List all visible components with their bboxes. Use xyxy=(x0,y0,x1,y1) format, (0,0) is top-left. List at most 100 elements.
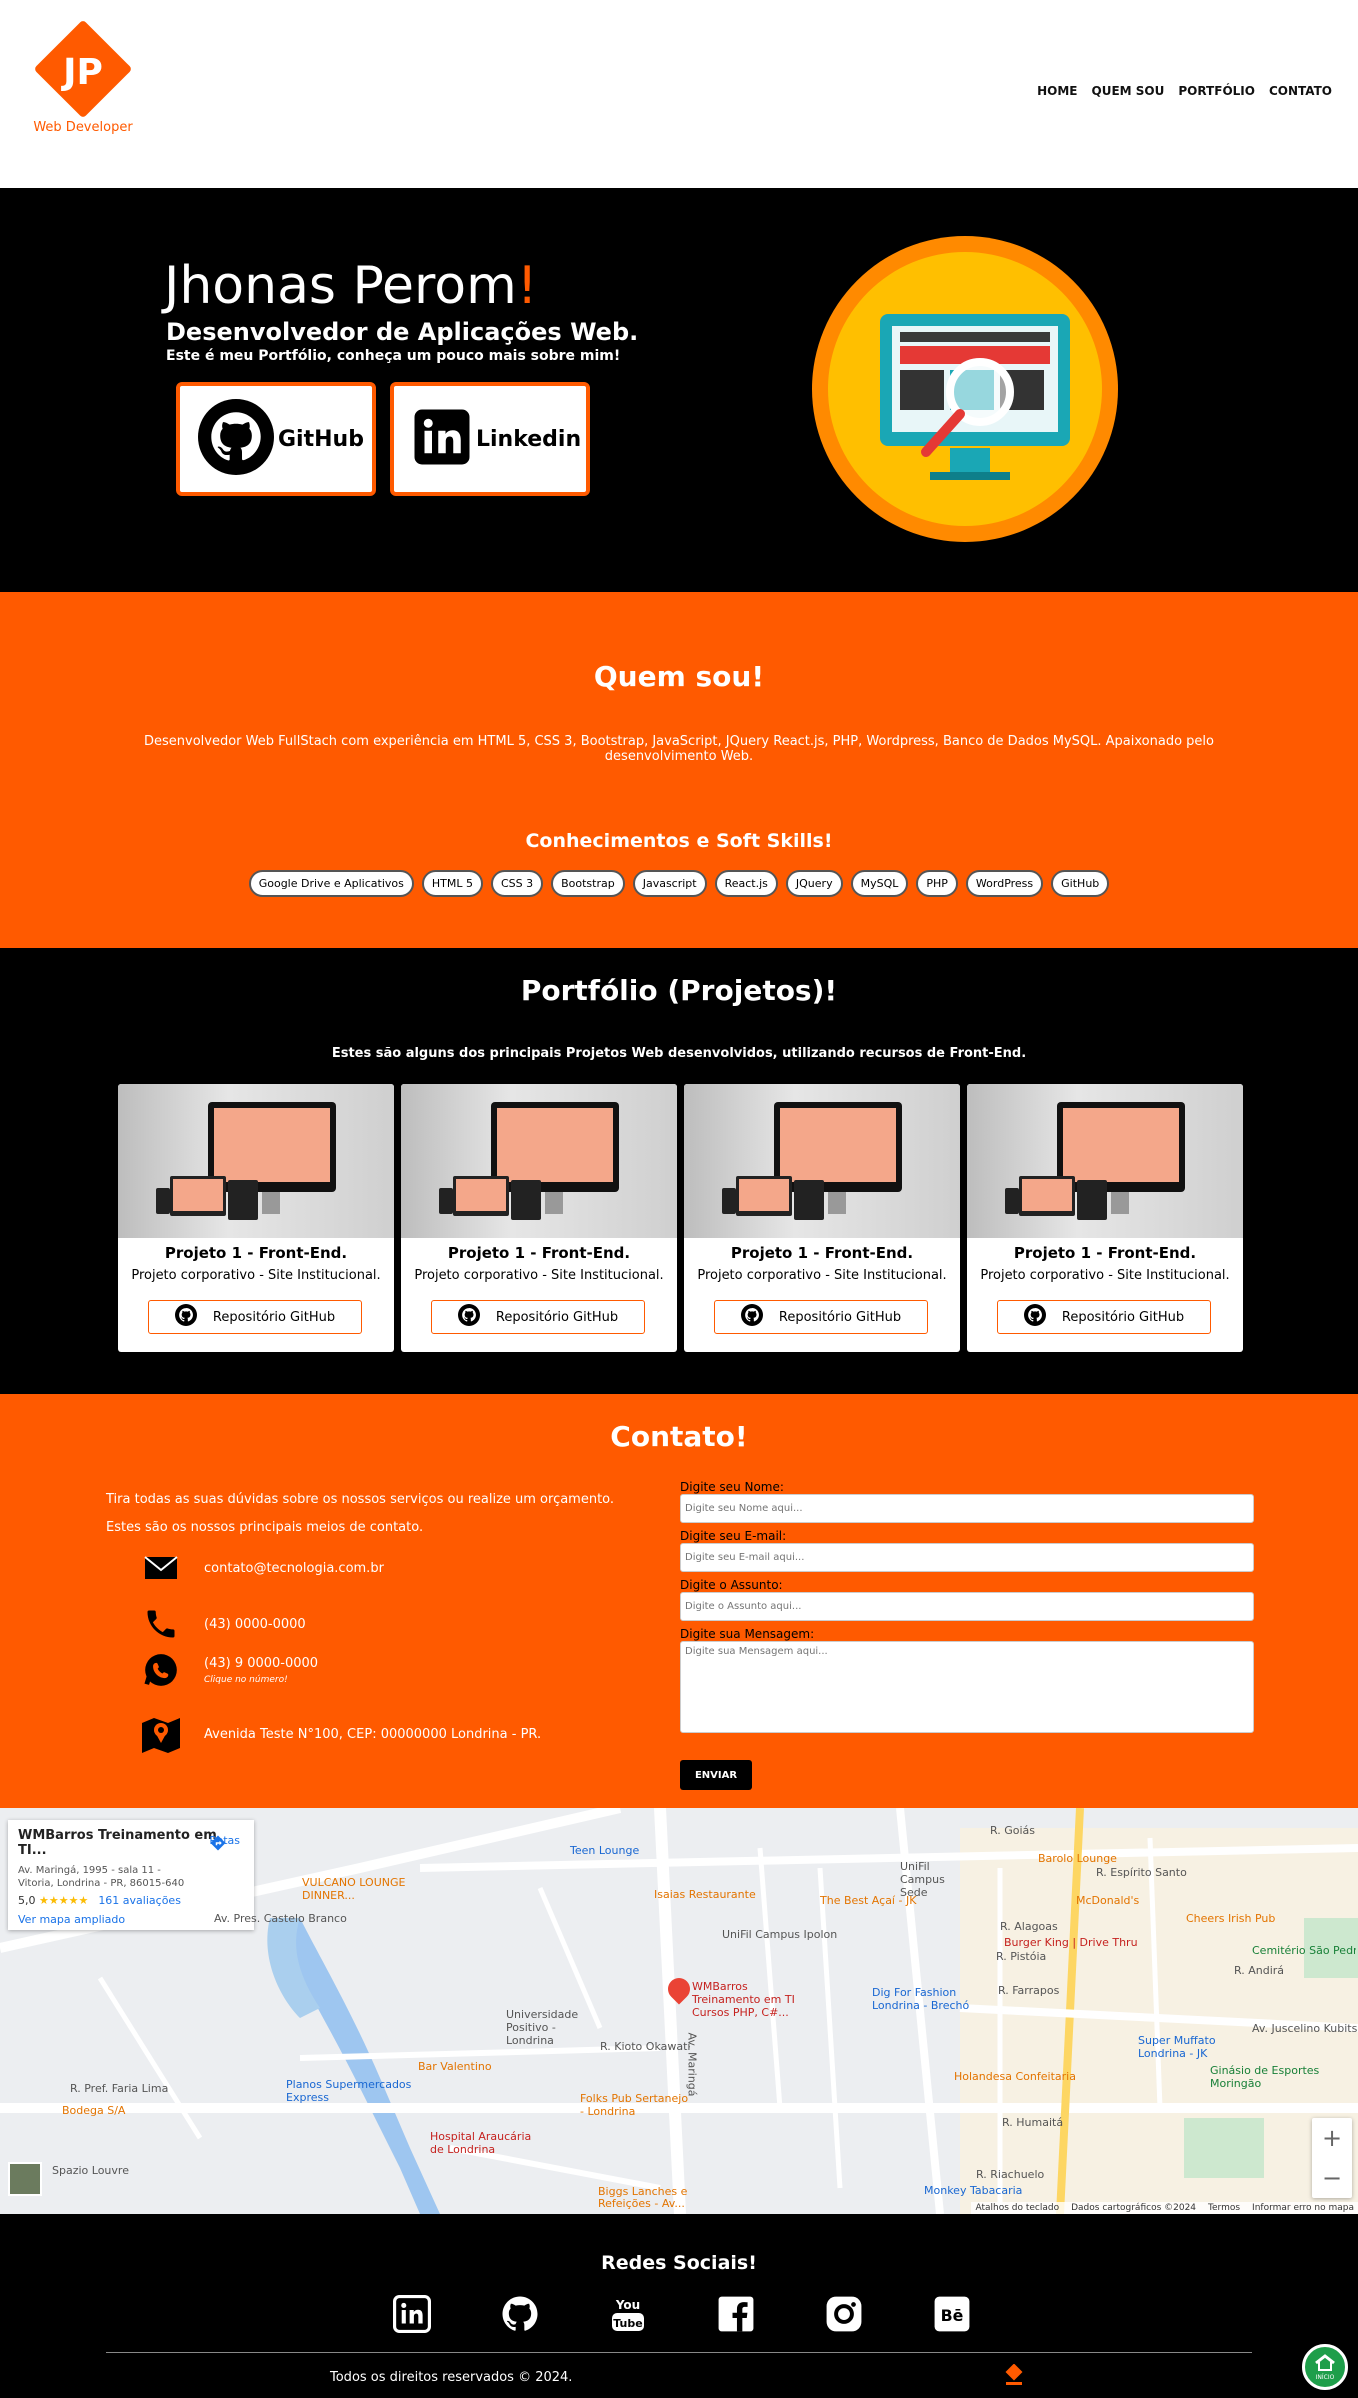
project-description: Projeto corporativo - Site Institucional… xyxy=(697,1268,947,1283)
project-title: Projeto 1 - Front-End. xyxy=(1013,1244,1197,1262)
repository-button-label: Repositório GitHub xyxy=(212,1309,336,1325)
view-larger-map-link[interactable]: Ver mapa ampliado xyxy=(18,1913,244,1926)
directions-button[interactable]: Rotas xyxy=(209,1834,240,1851)
map-label: Bodega S/A xyxy=(62,2104,126,2117)
map-label: VULCANO LOUNGE DINNER... xyxy=(302,1876,406,1902)
terms-link[interactable]: Termos xyxy=(1208,2203,1240,2213)
map-label: Folks Pub Sertanejo - Londrina xyxy=(580,2092,689,2118)
hero-illustration xyxy=(812,236,1118,542)
map-label: Holandesa Confeitaria xyxy=(954,2070,1076,2083)
map-label: Burger King | Drive Thru xyxy=(1004,1936,1138,1949)
hero-name-mark: ! xyxy=(516,256,538,316)
contact-form: Digite seu Nome: Digite seu E-mail: Digi… xyxy=(680,1480,1254,1733)
linkedin-button[interactable]: Linkedin xyxy=(390,382,590,496)
project-card: Projeto 1 - Front-End. Projeto corporati… xyxy=(118,1084,394,1352)
map-label: Barolo Lounge xyxy=(1038,1852,1117,1865)
nav-contato[interactable]: CONTATO xyxy=(1269,84,1332,98)
map-icon xyxy=(140,1714,182,1754)
reviews-link[interactable]: 161 avaliações xyxy=(98,1894,181,1907)
contact-phone[interactable]: (43) 0000-0000 xyxy=(204,1617,306,1632)
zoom-in-button[interactable]: + xyxy=(1312,2118,1352,2158)
back-to-top-button[interactable]: INÍCIO xyxy=(1302,2344,1348,2390)
skill-badge: PHP xyxy=(916,870,958,897)
map-label: Universidade Positivo - Londrina xyxy=(506,2008,579,2047)
map-label: Monkey Tabacaria xyxy=(924,2184,1023,2197)
skills-title: Conhecimentos e Soft Skills! xyxy=(525,830,833,852)
github-icon xyxy=(1023,1304,1046,1330)
send-button[interactable]: ENVIAR xyxy=(680,1760,752,1790)
message-textarea[interactable] xyxy=(680,1641,1254,1733)
map-label: R. Kioto Okawati xyxy=(600,2040,691,2053)
contact-intro-2: Estes são os nossos principais meios de … xyxy=(106,1520,424,1535)
logo-letters: JP xyxy=(63,52,103,93)
name-input[interactable] xyxy=(680,1494,1254,1523)
email-label: Digite seu E-mail: xyxy=(680,1529,787,1543)
youtube-icon[interactable]: You Tube xyxy=(608,2294,648,2334)
contact-whatsapp[interactable]: (43) 9 0000-0000 xyxy=(204,1656,318,1671)
contact-phone-row: (43) 0000-0000 xyxy=(140,1604,306,1644)
zoom-out-button[interactable]: − xyxy=(1312,2158,1352,2198)
keyboard-shortcuts-link[interactable]: Atalhos do teclado xyxy=(975,2203,1059,2213)
linkedin-label: Linkedin xyxy=(476,426,582,452)
hero-name: Jhonas Perom! xyxy=(164,256,538,316)
footer-logo-icon xyxy=(1004,2363,1024,2388)
contact-whatsapp-hint: Clique no número! xyxy=(204,1674,288,1685)
skill-badge: Javascript xyxy=(632,870,707,897)
skill-badge: JQuery xyxy=(785,870,843,897)
email-input[interactable] xyxy=(680,1543,1254,1572)
github-icon[interactable] xyxy=(500,2294,540,2334)
repository-button[interactable]: Repositório GitHub xyxy=(997,1300,1211,1334)
instagram-icon[interactable] xyxy=(824,2294,864,2334)
map-label: R. Goiás xyxy=(990,1824,1036,1837)
repository-button-label: Repositório GitHub xyxy=(495,1309,619,1325)
name-label: Digite seu Nome: xyxy=(680,1480,784,1494)
project-image xyxy=(401,1084,677,1238)
repository-button[interactable]: Repositório GitHub xyxy=(148,1300,362,1334)
hero-intro: Este é meu Portfólio, conheça um pouco m… xyxy=(166,348,621,364)
github-button[interactable]: GitHub xyxy=(176,382,376,496)
map-attribution: Atalhos do teclado Dados cartográficos ©… xyxy=(971,2202,1358,2214)
map-label: Bar Valentino xyxy=(418,2060,492,2073)
nav-quem-sou[interactable]: QUEM SOU xyxy=(1092,84,1165,98)
map-label: McDonald's xyxy=(1076,1894,1140,1907)
social-title: Redes Sociais! xyxy=(601,2252,757,2274)
subject-input[interactable] xyxy=(680,1592,1254,1621)
behance-icon[interactable]: Bē xyxy=(932,2294,972,2334)
illustration-inner-circle xyxy=(828,252,1102,526)
hero-section: Jhonas Perom! Desenvolvedor de Aplicaçõe… xyxy=(0,188,1358,592)
map-label-pin: WMBarros Treinamento em TI Cursos PHP, C… xyxy=(692,1980,795,2019)
map-label: UniFil Campus Ipolon xyxy=(722,1928,838,1941)
nav-home[interactable]: HOME xyxy=(1037,84,1077,98)
map-label: Isaias Restaurante xyxy=(654,1888,756,1901)
project-title: Projeto 1 - Front-End. xyxy=(730,1244,914,1262)
map-label: Av. Juscelino Kubitschek xyxy=(1252,2022,1358,2035)
footer-divider xyxy=(106,2352,1252,2353)
envelope-icon xyxy=(140,1548,182,1588)
map-label: Teen Lounge xyxy=(570,1844,640,1857)
portfolio-section: Portfólio (Projetos)! Estes são alguns d… xyxy=(0,948,1358,1394)
project-title: Projeto 1 - Front-End. xyxy=(164,1244,348,1262)
hero-role: Desenvolvedor de Aplicações Web. xyxy=(166,318,639,346)
hero-name-text: Jhonas Perom xyxy=(164,256,517,316)
repository-button-label: Repositório GitHub xyxy=(778,1309,902,1325)
embedded-map[interactable]: WMBarros Treinamento em TI... Av. Maring… xyxy=(0,1808,1358,2214)
map-label: R. Alagoas xyxy=(1000,1920,1058,1933)
project-title: Projeto 1 - Front-End. xyxy=(447,1244,631,1262)
skill-badge: React.js xyxy=(714,870,778,897)
contact-email[interactable]: contato@tecnologia.com.br xyxy=(204,1561,384,1576)
contact-address-row: Avenida Teste N°100, CEP: 00000000 Londr… xyxy=(140,1714,541,1754)
facebook-icon[interactable] xyxy=(716,2294,756,2334)
report-error-link[interactable]: Informar erro no mapa xyxy=(1252,2203,1354,2213)
linkedin-icon[interactable] xyxy=(392,2294,432,2334)
nav-portfolio[interactable]: PORTFÓLIO xyxy=(1178,84,1255,98)
about-section: Quem sou! Desenvolvedor Web FullStach co… xyxy=(0,592,1358,948)
satellite-toggle[interactable] xyxy=(8,2162,42,2196)
repository-button[interactable]: Repositório GitHub xyxy=(714,1300,928,1334)
main-nav: HOME QUEM SOU PORTFÓLIO CONTATO xyxy=(1037,84,1332,98)
map-label: Ginásio de Esportes Moringão xyxy=(1210,2064,1320,2090)
repository-button[interactable]: Repositório GitHub xyxy=(431,1300,645,1334)
back-to-top-label: INÍCIO xyxy=(1315,2373,1335,2381)
skills-list: Google Drive e Aplicativos HTML 5 CSS 3 … xyxy=(0,870,1358,897)
logo[interactable]: JP Web Developer xyxy=(30,19,140,140)
message-label: Digite sua Mensagem: xyxy=(680,1627,815,1641)
